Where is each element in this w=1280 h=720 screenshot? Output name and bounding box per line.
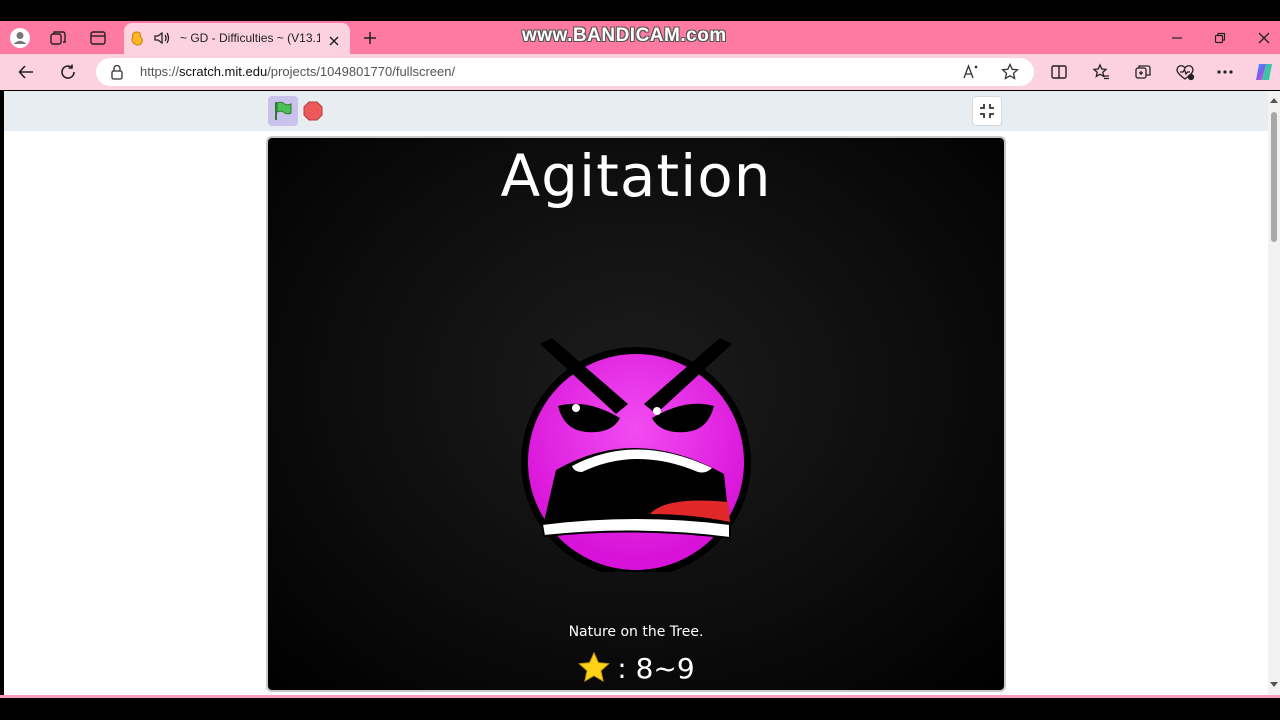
page-scrollbar[interactable] <box>1268 91 1280 695</box>
tab-strip: ~ GD - Difficulties ~ (V13.1) www.BANDIC… <box>0 21 1280 54</box>
scratch-favicon <box>130 31 144 51</box>
active-tab[interactable]: ~ GD - Difficulties ~ (V13.1) <box>124 23 350 54</box>
stop-icon <box>303 101 323 121</box>
collections-icon[interactable] <box>1131 60 1155 84</box>
favorite-star-icon[interactable] <box>1001 62 1019 85</box>
workspaces-icon[interactable] <box>46 26 70 50</box>
profile-icon[interactable] <box>8 26 32 50</box>
close-window-icon[interactable] <box>1254 28 1274 48</box>
close-tab-icon[interactable] <box>328 32 340 51</box>
stop-button[interactable] <box>303 101 323 121</box>
browser-essentials-icon[interactable] <box>1173 60 1197 84</box>
favorites-icon[interactable] <box>1089 60 1113 84</box>
url-host: scratch.mit.edu <box>179 64 268 79</box>
url-text[interactable]: https://scratch.mit.edu/projects/1049801… <box>140 64 455 79</box>
green-flag-icon <box>275 101 292 120</box>
creator-label: Nature on the Tree. <box>568 624 704 640</box>
navigation-bar: https://scratch.mit.edu/projects/1049801… <box>0 54 1280 90</box>
tab-title: ~ GD - Difficulties ~ (V13.1) <box>180 31 320 45</box>
stars-rating: : 8~9 <box>268 648 1004 688</box>
copilot-icon[interactable] <box>1252 60 1276 84</box>
url-path: /projects/1049801770/fullscreen/ <box>267 64 456 79</box>
project-stage[interactable]: Agitation Nature on the Tree.: 8~9 <box>266 136 1006 692</box>
exit-fullscreen-icon <box>980 104 994 118</box>
screen: ~ GD - Difficulties ~ (V13.1) www.BANDIC… <box>0 0 1280 720</box>
star-icon <box>578 651 611 683</box>
new-tab-icon[interactable] <box>358 26 382 50</box>
split-screen-icon[interactable] <box>1047 60 1071 84</box>
back-icon[interactable] <box>14 60 38 84</box>
exit-fullscreen-button[interactable] <box>972 96 1002 126</box>
stars-value: : 8~9 <box>617 651 695 685</box>
restore-icon[interactable] <box>1210 28 1230 48</box>
refresh-icon[interactable] <box>56 60 80 84</box>
page-content: Agitation Nature on the Tree.: 8~9 <box>4 91 1268 695</box>
more-icon[interactable] <box>1213 60 1237 84</box>
difficulty-title: Agitation <box>500 142 772 210</box>
demon-face-icon <box>521 338 751 572</box>
window-bottom-border <box>0 695 1280 698</box>
address-bar[interactable]: https://scratch.mit.edu/projects/1049801… <box>96 58 1034 86</box>
speaker-icon[interactable] <box>153 30 171 50</box>
scroll-up-icon[interactable] <box>1270 97 1278 105</box>
url-scheme: https:// <box>140 64 180 79</box>
read-aloud-icon[interactable] <box>962 64 980 84</box>
scroll-thumb[interactable] <box>1271 112 1277 242</box>
stage-header <box>4 91 1268 131</box>
scroll-down-icon[interactable] <box>1270 680 1278 688</box>
tab-actions-icon[interactable] <box>86 26 110 50</box>
minimize-icon[interactable] <box>1167 28 1187 48</box>
lock-icon[interactable] <box>110 64 124 84</box>
green-flag-button[interactable] <box>268 96 298 126</box>
recording-watermark: www.BANDICAM.com <box>522 25 727 46</box>
